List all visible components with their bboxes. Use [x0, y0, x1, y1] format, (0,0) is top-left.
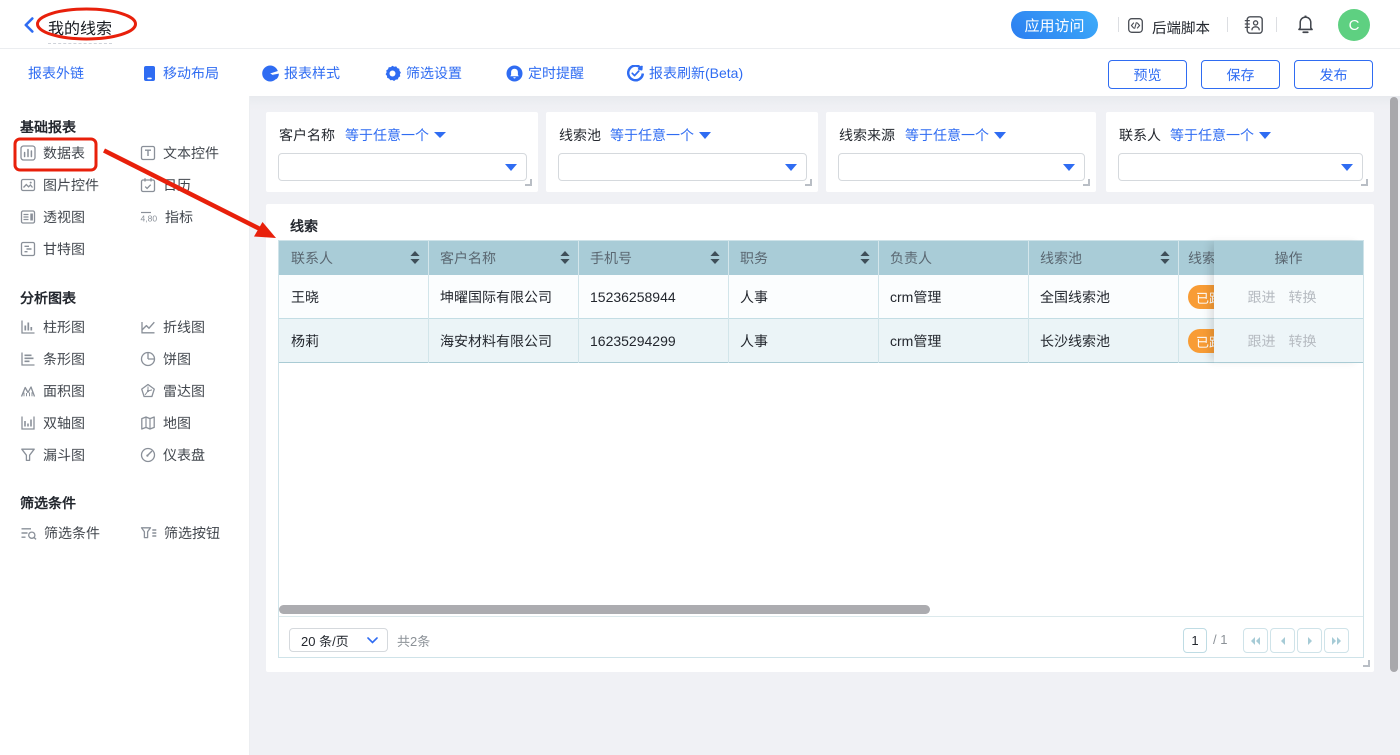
svg-text:4,80: 4,80	[141, 214, 158, 224]
